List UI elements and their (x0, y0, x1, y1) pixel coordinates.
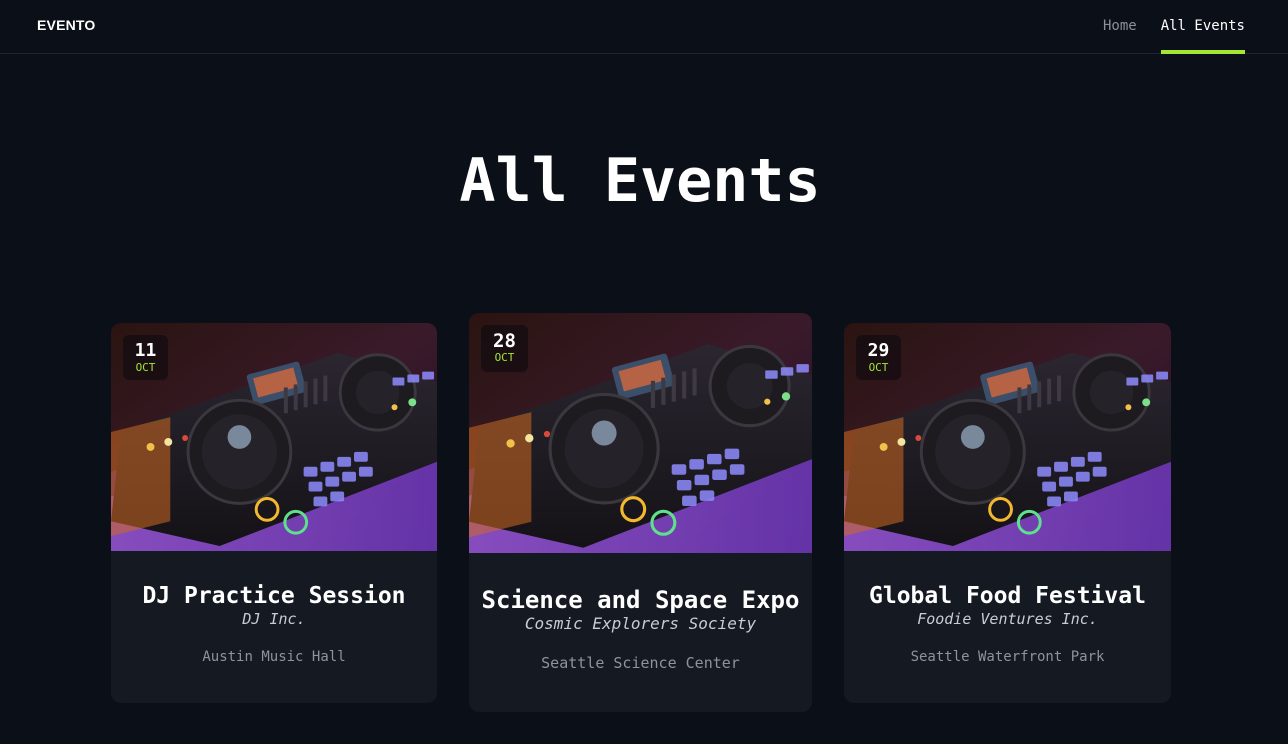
event-card-body: DJ Practice Session DJ Inc. Austin Music… (111, 582, 437, 666)
event-organizer: Cosmic Explorers Society (524, 614, 757, 633)
event-title: Global Food Festival (869, 583, 1146, 609)
top-navbar: EVENTO Home All Events (0, 0, 1288, 54)
event-day: 28 (493, 330, 516, 352)
event-organizer: Foodie Ventures Inc. (917, 610, 1098, 628)
event-title: Science and Space Expo (481, 586, 800, 614)
nav-link-all-events[interactable]: All Events (1160, 0, 1245, 54)
brand-logo[interactable]: EVENTO (37, 17, 96, 33)
event-organizer: DJ Inc. (242, 610, 306, 628)
event-card-body: Science and Space Expo Cosmic Explorers … (469, 586, 812, 672)
event-month: OCT (494, 351, 515, 364)
event-title: DJ Practice Session (142, 583, 406, 609)
date-badge: 29 OCT (856, 335, 901, 380)
event-day: 29 (867, 340, 890, 361)
event-venue: Seattle Waterfront Park (910, 649, 1105, 665)
active-nav-indicator (1160, 50, 1245, 54)
page-title: All Events (459, 146, 821, 216)
date-badge: 11 OCT (123, 335, 168, 380)
event-month: OCT (868, 361, 889, 374)
main-nav: Home All Events (1103, 0, 1245, 54)
event-day: 11 (134, 340, 157, 361)
event-card[interactable]: 28 OCT Science and Space Expo Cosmic Exp… (469, 313, 812, 712)
event-card[interactable]: 11 OCT DJ Practice Session DJ Inc. Austi… (111, 323, 437, 703)
event-venue: Seattle Science Center (541, 654, 740, 672)
date-badge: 28 OCT (481, 325, 528, 372)
event-month: OCT (135, 361, 156, 374)
nav-link-home[interactable]: Home (1103, 0, 1137, 54)
event-card[interactable]: 29 OCT Global Food Festival Foodie Ventu… (844, 323, 1171, 703)
event-card-body: Global Food Festival Foodie Ventures Inc… (844, 582, 1171, 666)
event-venue: Austin Music Hall (202, 649, 346, 665)
nav-link-all-events-label: All Events (1160, 18, 1245, 34)
